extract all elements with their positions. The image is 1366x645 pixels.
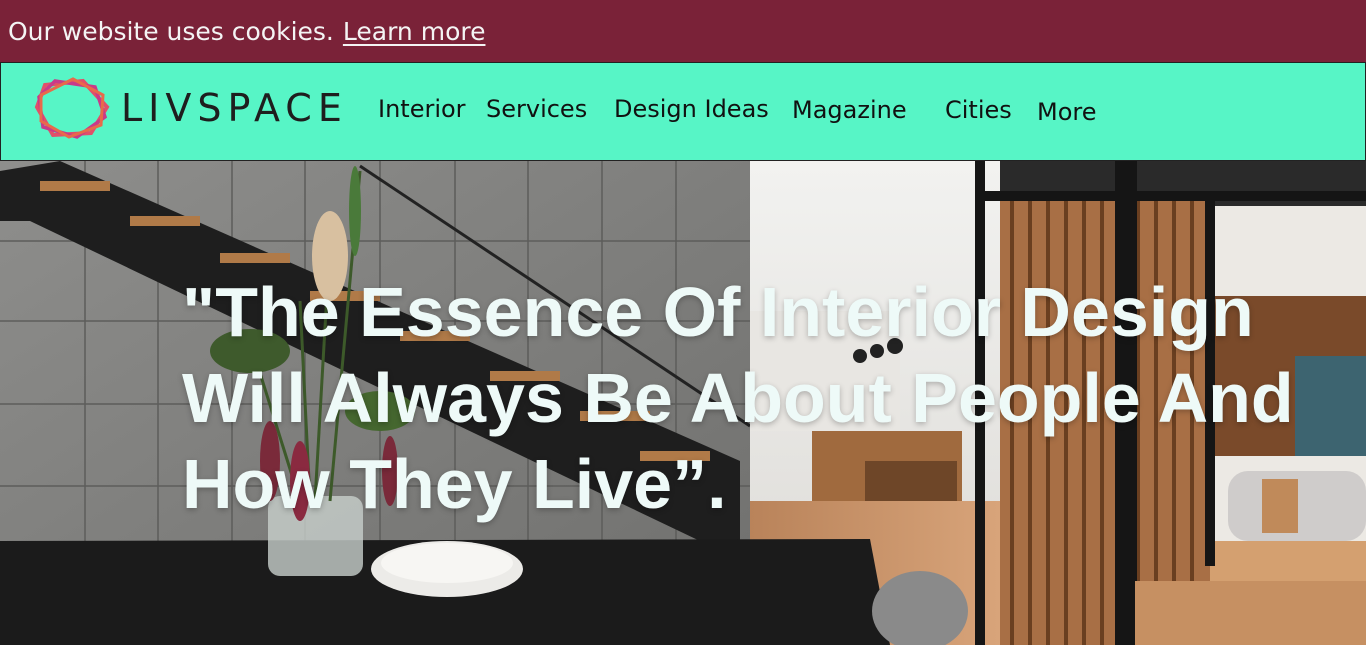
nav-item-services[interactable]: Services (486, 95, 587, 123)
cookie-message: Our website uses cookies. (8, 16, 334, 46)
nav-item-design-ideas[interactable]: Design Ideas (614, 95, 769, 123)
nav-item-cities[interactable]: Cities (945, 96, 1012, 124)
brand-name: LIVSPACE (121, 86, 348, 130)
hero-section: "The Essence Of Interior Design Will Alw… (0, 161, 1366, 645)
livspace-logo-icon (34, 77, 110, 139)
main-navbar: LIVSPACE Interior Services Design Ideas … (0, 62, 1366, 161)
nav-item-more[interactable]: More (1037, 98, 1097, 126)
brand-logo[interactable]: LIVSPACE (33, 77, 348, 139)
learn-more-link[interactable]: Learn more (343, 17, 486, 46)
nav-item-magazine[interactable]: Magazine (792, 96, 907, 124)
cookie-banner: Our website uses cookies. Learn more (0, 0, 1366, 62)
nav-item-interior[interactable]: Interior (378, 95, 466, 123)
hero-quote: "The Essence Of Interior Design Will Alw… (182, 273, 1294, 523)
